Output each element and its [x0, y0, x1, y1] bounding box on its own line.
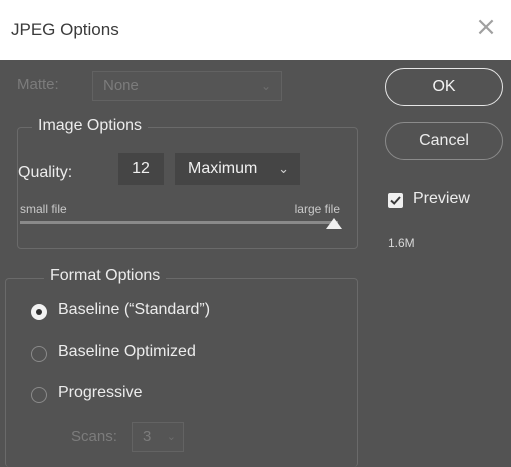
quality-input[interactable]: 12 [118, 153, 164, 185]
small-file-label: small file [20, 202, 67, 216]
quality-slider-thumb[interactable] [326, 218, 342, 229]
image-options-group [17, 127, 358, 249]
radio-button[interactable] [31, 346, 47, 362]
quality-label: Quality: [18, 164, 73, 181]
file-size-readout: 1.6M [388, 236, 415, 250]
radio-button[interactable] [31, 304, 47, 320]
chevron-down-icon: ⌄ [166, 431, 176, 443]
cancel-button[interactable]: Cancel [385, 122, 503, 160]
dialog-body: Matte: None ⌄ Image Options Quality: 12 … [0, 60, 511, 467]
image-options-title: Image Options [32, 117, 149, 135]
format-options-title: Format Options [44, 267, 167, 285]
close-icon[interactable]: × [473, 14, 499, 40]
radio-label: Baseline Optimized [58, 343, 196, 360]
jpeg-options-dialog: JPEG Options × Matte: None ⌄ Image Optio… [0, 0, 511, 467]
quality-preset-dropdown[interactable]: Maximum ⌄ [175, 153, 300, 185]
radio-button[interactable] [31, 387, 47, 403]
ok-button[interactable]: OK [385, 68, 503, 106]
title-bar: JPEG Options × [0, 0, 511, 60]
matte-value: None [103, 77, 139, 94]
preview-checkbox[interactable] [388, 193, 403, 208]
quality-preset-value: Maximum [188, 160, 258, 177]
scans-value: 3 [143, 428, 152, 445]
chevron-down-icon: ⌄ [278, 161, 289, 176]
matte-label: Matte: [17, 76, 59, 93]
quality-slider-track[interactable] [20, 221, 338, 224]
preview-label: Preview [413, 190, 470, 207]
scans-dropdown[interactable]: 3 ⌄ [132, 422, 184, 452]
large-file-label: large file [294, 202, 340, 216]
scans-label: Scans: [71, 428, 117, 445]
matte-dropdown[interactable]: None ⌄ [92, 71, 282, 101]
checkmark-icon [390, 196, 401, 205]
radio-label: Progressive [58, 384, 143, 401]
dialog-title: JPEG Options [11, 20, 119, 39]
chevron-down-icon: ⌄ [260, 79, 271, 93]
radio-label: Baseline (“Standard”) [58, 301, 211, 318]
